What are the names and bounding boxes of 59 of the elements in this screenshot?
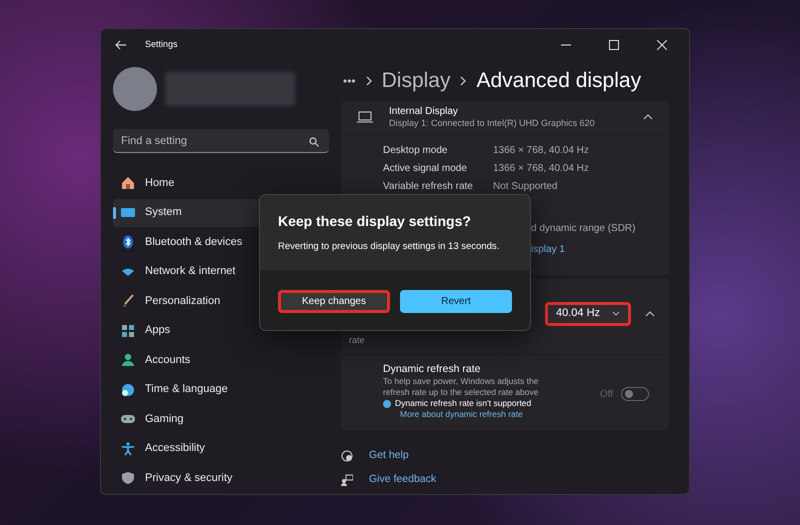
person-icon <box>121 353 135 367</box>
more-button[interactable]: ••• <box>343 72 356 90</box>
nav-item[interactable]: Accounts <box>113 346 329 374</box>
display-connection: Display 1: Connected to Intel(R) UHD Graphics 620 <box>389 118 596 128</box>
close-icon[interactable] <box>657 40 667 50</box>
property-label: Variable refresh rate <box>383 180 474 194</box>
footer-link[interactable]: Get help <box>369 448 409 464</box>
page-title: Advanced display <box>476 68 642 94</box>
apps-icon <box>121 324 135 338</box>
bluetooth-icon <box>121 235 135 249</box>
accessibility-icon <box>121 442 135 456</box>
chevron-up-icon[interactable] <box>643 114 653 120</box>
link-text[interactable]: isplay 1 <box>531 244 565 254</box>
home-icon <box>121 176 135 190</box>
search-field[interactable]: Find a setting <box>113 129 329 153</box>
toggle-label: Off <box>600 388 613 402</box>
monitor-icon <box>121 206 135 220</box>
nav-item[interactable]: Gaming <box>113 405 329 433</box>
property-label: Active signal mode <box>383 162 468 176</box>
chevron-down-icon <box>612 311 620 316</box>
display-name: Internal Display <box>389 106 459 118</box>
back-arrow-icon[interactable] <box>115 40 127 50</box>
nav-item[interactable]: Privacy & security <box>113 464 329 492</box>
footer-link[interactable]: Give feedback <box>369 472 436 488</box>
setting-title: Dynamic refresh rate <box>383 362 482 376</box>
laptop-icon <box>357 111 373 123</box>
feedback-icon <box>341 474 353 486</box>
property-value: 1366 × 768, 40.04 Hz <box>493 144 589 158</box>
gamepad-icon <box>121 412 135 426</box>
nav-item[interactable]: Network & internet <box>113 258 329 286</box>
nav-item[interactable]: Accessibility <box>113 434 329 462</box>
property-value: Not Supported <box>493 180 558 194</box>
dialog-button[interactable]: Revert <box>400 290 512 312</box>
nav-item[interactable]: Apps <box>113 316 329 344</box>
nav-item[interactable]: Home <box>113 169 329 197</box>
property-value: d dynamic range (SDR) <box>531 222 636 234</box>
selection-indicator <box>113 206 116 218</box>
property-label: Desktop mode <box>383 144 448 158</box>
avatar-placeholder <box>113 67 157 111</box>
brush-icon <box>121 294 135 308</box>
setting-label: rate <box>349 334 366 347</box>
shield-icon <box>121 471 135 485</box>
chevron-up-icon[interactable] <box>645 310 655 316</box>
window-title: Settings <box>145 38 178 52</box>
search-icon <box>309 137 319 147</box>
help-icon <box>341 450 353 462</box>
setting-description: To help save power, Windows adjusts the refresh rate up to the selected rate above <box>383 376 540 398</box>
globe-clock-icon <box>121 382 135 396</box>
refresh-rate-dropdown[interactable]: 40.04 Hz <box>545 302 631 326</box>
notice-text: Dynamic refresh rate isn't supported <box>395 398 532 410</box>
property-value: 1366 × 768, 40.04 Hz <box>493 162 589 176</box>
nav-item[interactable]: Time & language <box>113 376 329 404</box>
breadcrumb-link[interactable]: Display <box>382 65 450 96</box>
dialog-button[interactable]: Keep changes <box>278 290 390 312</box>
maximize-icon[interactable] <box>609 40 619 50</box>
dialog-message: Reverting to previous display settings in 13 seconds. <box>278 240 500 254</box>
chevron-right-icon <box>366 76 372 86</box>
chevron-right-icon <box>460 76 466 86</box>
info-icon <box>383 400 391 408</box>
